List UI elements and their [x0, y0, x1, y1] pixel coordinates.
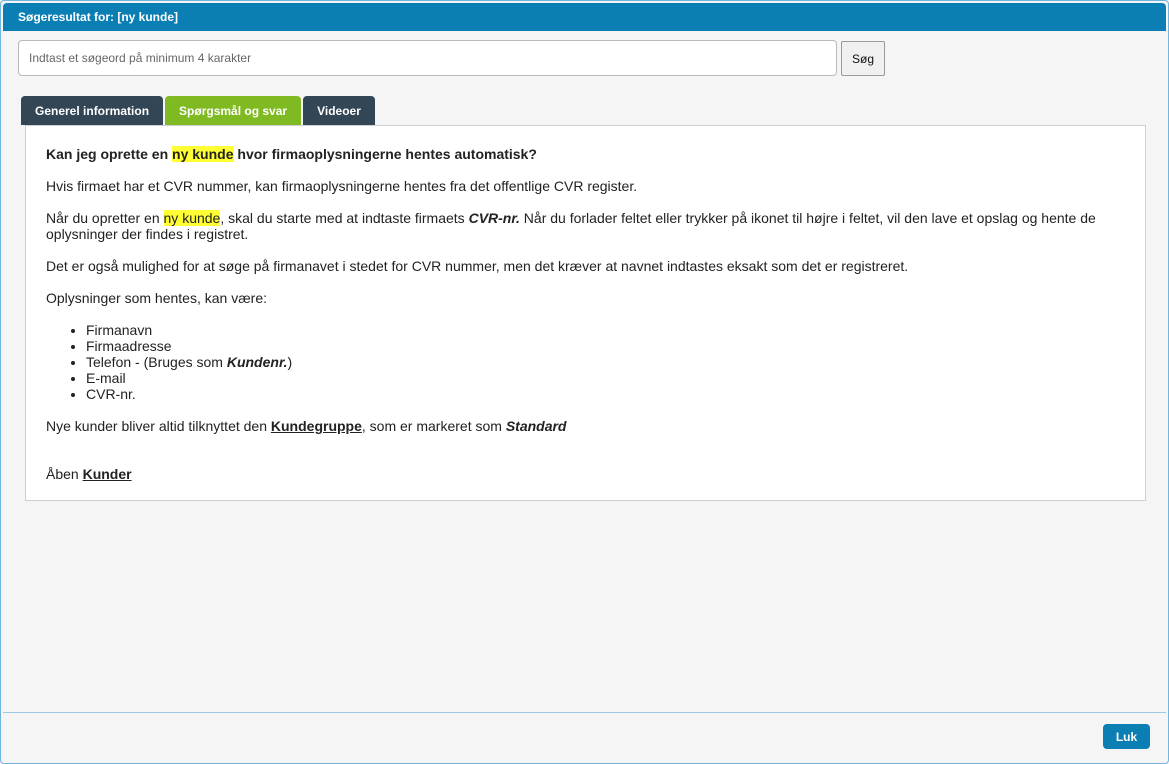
- search-input[interactable]: [18, 40, 837, 76]
- customer-group-link[interactable]: Kundegruppe: [271, 418, 362, 434]
- close-button[interactable]: Luk: [1103, 724, 1150, 749]
- p5-text-middle: , som er markeret som: [361, 418, 506, 434]
- footer-divider: [3, 712, 1166, 713]
- search-button[interactable]: Søg: [841, 41, 885, 76]
- search-term-highlight: ny kunde: [163, 210, 221, 226]
- paragraph-name-search: Det er også mulighed for at søge på firm…: [46, 258, 909, 274]
- dialog-title: Søgeresultat for: [ny kunde]: [3, 3, 1166, 31]
- list-item: CVR-nr.: [86, 386, 1125, 402]
- tab-general-information[interactable]: Generel information: [21, 96, 164, 125]
- customer-number-field-name: Kundenr.: [226, 354, 288, 370]
- article-panel: Kan jeg oprette en ny kunde hvor firmaop…: [25, 125, 1146, 501]
- p2-text-middle: , skal du starte med at indtaste firmaet…: [220, 210, 469, 226]
- search-term-highlight: ny kunde: [172, 146, 234, 162]
- list-item: Firmaadresse: [86, 338, 1125, 354]
- title-text-before: Kan jeg oprette en: [46, 146, 173, 162]
- p5-text-before: Nye kunder bliver altid tilknyttet den: [46, 418, 271, 434]
- paragraph-cvr-intro: Hvis firmaet har et CVR nummer, kan firm…: [46, 178, 638, 194]
- paragraph-open-customers: Åben Kunder: [46, 466, 1125, 482]
- tab-questions-answers[interactable]: Spørgsmål og svar: [165, 96, 302, 125]
- paragraph-create-customer: Når du opretter en ny kunde, skal du sta…: [46, 210, 1125, 242]
- search-result-dialog: Søgeresultat for: [ny kunde] Søg Generel…: [0, 0, 1169, 764]
- paragraph-customer-group: Nye kunder bliver altid tilknyttet den K…: [46, 418, 1125, 434]
- p2-text-before: Når du opretter en: [46, 210, 164, 226]
- standard-label: Standard: [505, 418, 567, 434]
- cvr-field-name: CVR-nr.: [468, 210, 520, 226]
- item3-text-after: ): [287, 354, 293, 370]
- paragraph-fetched-info: Oplysninger som hentes, kan være:: [46, 290, 267, 306]
- customers-link[interactable]: Kunder: [83, 466, 132, 482]
- search-row: Søg: [18, 40, 885, 76]
- fetched-fields-list: Firmanavn Firmaadresse Telefon - (Bruges…: [86, 322, 1125, 402]
- item3-text-before: Telefon - (Bruges som: [86, 354, 227, 370]
- list-item: Telefon - (Bruges som Kundenr.): [86, 354, 1125, 370]
- title-text-after: hvor firmaoplysningerne hentes automatis…: [233, 146, 537, 162]
- tab-bar: Generel information Spørgsmål og svar Vi…: [21, 96, 375, 125]
- p6-text-before: Åben: [46, 466, 83, 482]
- tab-videos[interactable]: Videoer: [303, 96, 375, 125]
- list-item: E-mail: [86, 370, 1125, 386]
- article-title: Kan jeg oprette en ny kunde hvor firmaop…: [46, 146, 1125, 162]
- list-item: Firmanavn: [86, 322, 1125, 338]
